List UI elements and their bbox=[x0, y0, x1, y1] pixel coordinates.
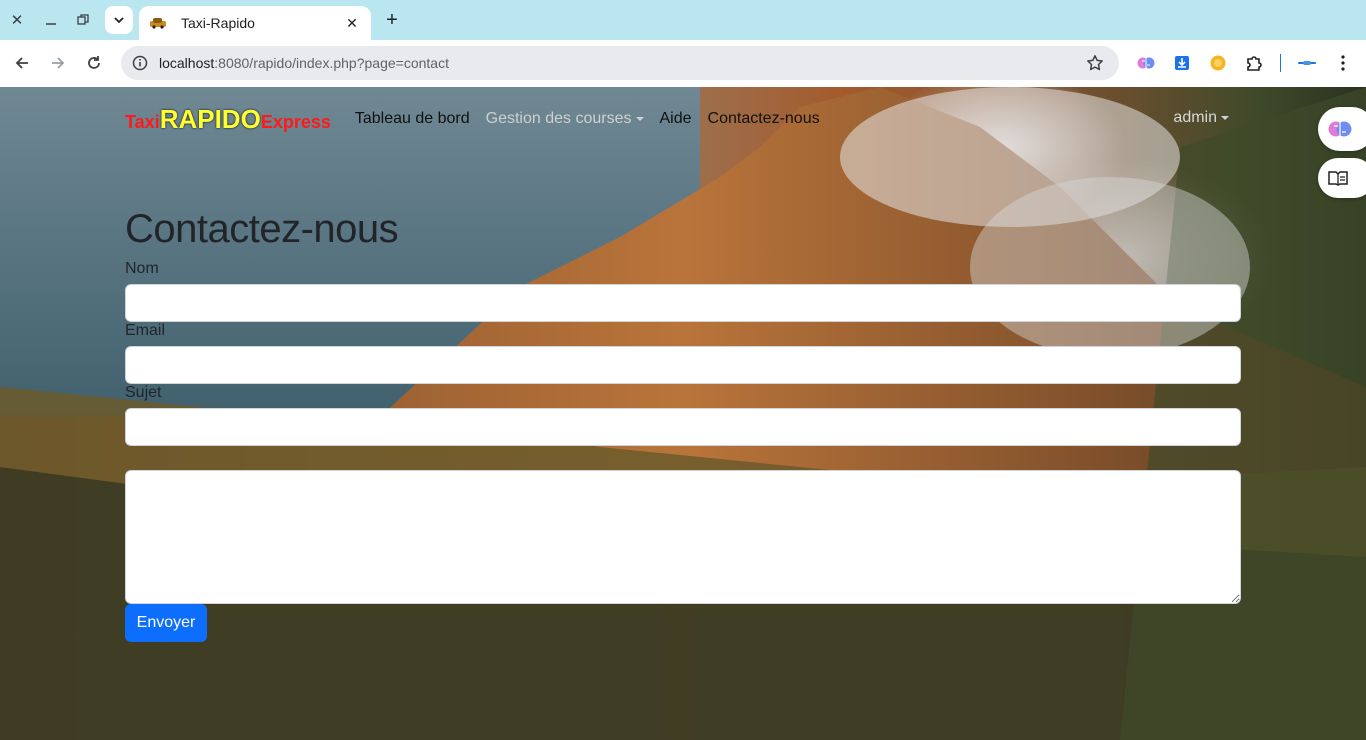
url-text[interactable]: localhost:8080/rapido/index.php?page=con… bbox=[159, 55, 1083, 71]
address-bar[interactable]: localhost:8080/rapido/index.php?page=con… bbox=[121, 46, 1119, 80]
submit-button[interactable]: Envoyer bbox=[125, 604, 207, 642]
sun-extension-icon[interactable] bbox=[1207, 52, 1229, 74]
user-menu-dropdown[interactable]: admin bbox=[1173, 109, 1229, 127]
name-label: Nom bbox=[125, 260, 159, 277]
bookmark-star-icon[interactable] bbox=[1083, 51, 1107, 75]
restore-icon[interactable] bbox=[71, 8, 95, 32]
nav-help-link[interactable]: Aide bbox=[660, 110, 692, 128]
side-brain-extension-button[interactable] bbox=[1318, 107, 1366, 151]
browser-tab-active[interactable]: Taxi-Rapido ✕ bbox=[139, 6, 371, 40]
page-title: Contactez-nous bbox=[125, 207, 399, 251]
brand-rapido-text: RAPIDO bbox=[159, 103, 261, 134]
site-navbar: Taxi RAPIDO Express Tableau de bord Gest… bbox=[125, 87, 1241, 151]
site-info-icon[interactable] bbox=[131, 54, 149, 72]
side-reader-button[interactable] bbox=[1318, 158, 1366, 198]
email-label: Email bbox=[125, 322, 166, 339]
toolbar-divider bbox=[1280, 54, 1281, 72]
caret-down-icon bbox=[1221, 115, 1229, 120]
nav-contact-link[interactable]: Contactez-nous bbox=[708, 110, 820, 128]
back-arrow-icon[interactable] bbox=[10, 51, 34, 75]
brand-taxi-text: Taxi bbox=[125, 111, 160, 132]
taxi-favicon-icon bbox=[150, 18, 166, 29]
profile-extension-icon[interactable] bbox=[1296, 52, 1318, 74]
chevron-down-icon bbox=[114, 17, 124, 24]
message-label-spacer bbox=[125, 446, 1241, 470]
tab-search-button[interactable] bbox=[105, 6, 133, 34]
browser-menu-icon[interactable] bbox=[1332, 52, 1354, 74]
brain-extension-icon[interactable] bbox=[1135, 52, 1157, 74]
nav-dashboard-link[interactable]: Tableau de bord bbox=[355, 110, 470, 128]
brand-express-text: Express bbox=[260, 111, 331, 132]
brand-logo[interactable]: Taxi RAPIDO Express bbox=[125, 104, 331, 135]
new-tab-icon[interactable]: + bbox=[380, 8, 404, 32]
name-input[interactable] bbox=[125, 284, 1241, 322]
reading-mode-icon bbox=[1328, 171, 1348, 186]
download-extension-icon[interactable] bbox=[1171, 52, 1193, 74]
puzzle-extensions-icon[interactable] bbox=[1243, 52, 1265, 74]
forward-arrow-icon[interactable] bbox=[46, 51, 70, 75]
contact-form: Contactez-nous Nom Email Sujet Envoyer bbox=[125, 207, 1241, 642]
nav-courses-dropdown[interactable]: Gestion des courses bbox=[486, 110, 644, 128]
minimize-icon[interactable] bbox=[39, 8, 63, 32]
close-window-icon[interactable]: ✕ bbox=[5, 8, 29, 32]
browser-toolbar: localhost:8080/rapido/index.php?page=con… bbox=[0, 40, 1366, 87]
subject-label: Sujet bbox=[125, 384, 162, 401]
brain-icon bbox=[1328, 121, 1352, 137]
close-tab-icon[interactable]: ✕ bbox=[343, 14, 361, 32]
caret-down-icon bbox=[635, 116, 644, 121]
page-viewport: Taxi RAPIDO Express Tableau de bord Gest… bbox=[0, 87, 1366, 740]
browser-tab-strip: ✕ Taxi-Rapido ✕ + bbox=[0, 0, 1366, 40]
reload-icon[interactable] bbox=[82, 51, 106, 75]
subject-input[interactable] bbox=[125, 408, 1241, 446]
message-textarea[interactable] bbox=[125, 470, 1241, 604]
tab-title: Taxi-Rapido bbox=[181, 15, 255, 31]
email-input[interactable] bbox=[125, 346, 1241, 384]
